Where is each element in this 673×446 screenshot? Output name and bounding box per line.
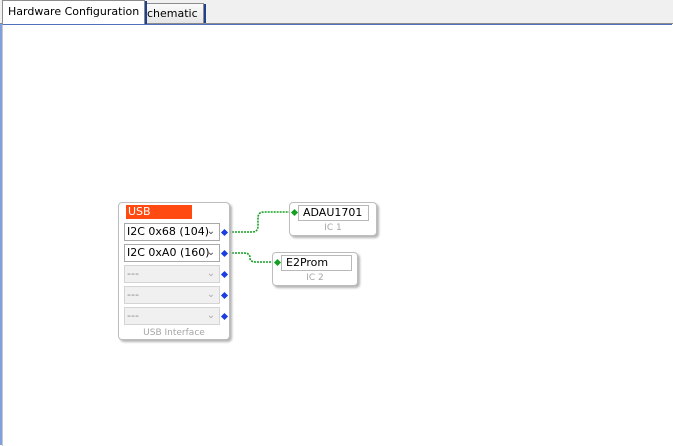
tab-label: Hardware Configuration (8, 5, 140, 18)
port-select-value: --- (127, 288, 139, 301)
ic-caption: IC 1 (324, 223, 342, 233)
tab-hardware-configuration[interactable]: Hardware Configuration (2, 0, 148, 24)
chevron-down-icon: ⌄ (206, 268, 216, 279)
port-select-3[interactable]: --- ⌄ (124, 265, 220, 283)
usb-block-caption: USB Interface (143, 328, 205, 338)
chevron-down-icon: ⌄ (206, 226, 216, 237)
port-select-value: --- (127, 309, 139, 322)
chevron-down-icon: ⌄ (206, 310, 216, 321)
port-select-4[interactable]: --- ⌄ (124, 286, 220, 304)
usb-block-title: USB (126, 205, 192, 219)
port-select-value: --- (127, 267, 139, 280)
ic-block-adau1701[interactable]: ADAU1701 IC 1 (289, 202, 377, 236)
port-select-2[interactable]: I2C 0xA0 (160) ⌄ (124, 244, 220, 262)
tab-accent-stripe (145, 1, 148, 24)
wire-usb-to-ic1 (226, 211, 294, 233)
usb-interface-block[interactable]: USB I2C 0x68 (104) ⌄ I2C 0xA0 (160) ⌄ --… (118, 202, 230, 340)
ic-name-field: E2Prom (281, 255, 352, 271)
ic-name-field: ADAU1701 (298, 205, 369, 221)
port-select-5[interactable]: --- ⌄ (124, 307, 220, 325)
ic-block-e2prom[interactable]: E2Prom IC 2 (272, 252, 358, 286)
wire-usb-to-ic2 (226, 252, 277, 263)
port-select-value: I2C 0xA0 (160) (127, 246, 210, 259)
ic-caption: IC 2 (306, 273, 324, 283)
port-select-1[interactable]: I2C 0x68 (104) ⌄ (124, 223, 220, 241)
chevron-down-icon: ⌄ (206, 289, 216, 300)
port-select-value: I2C 0x68 (104) (127, 225, 210, 238)
chevron-down-icon: ⌄ (206, 247, 216, 258)
